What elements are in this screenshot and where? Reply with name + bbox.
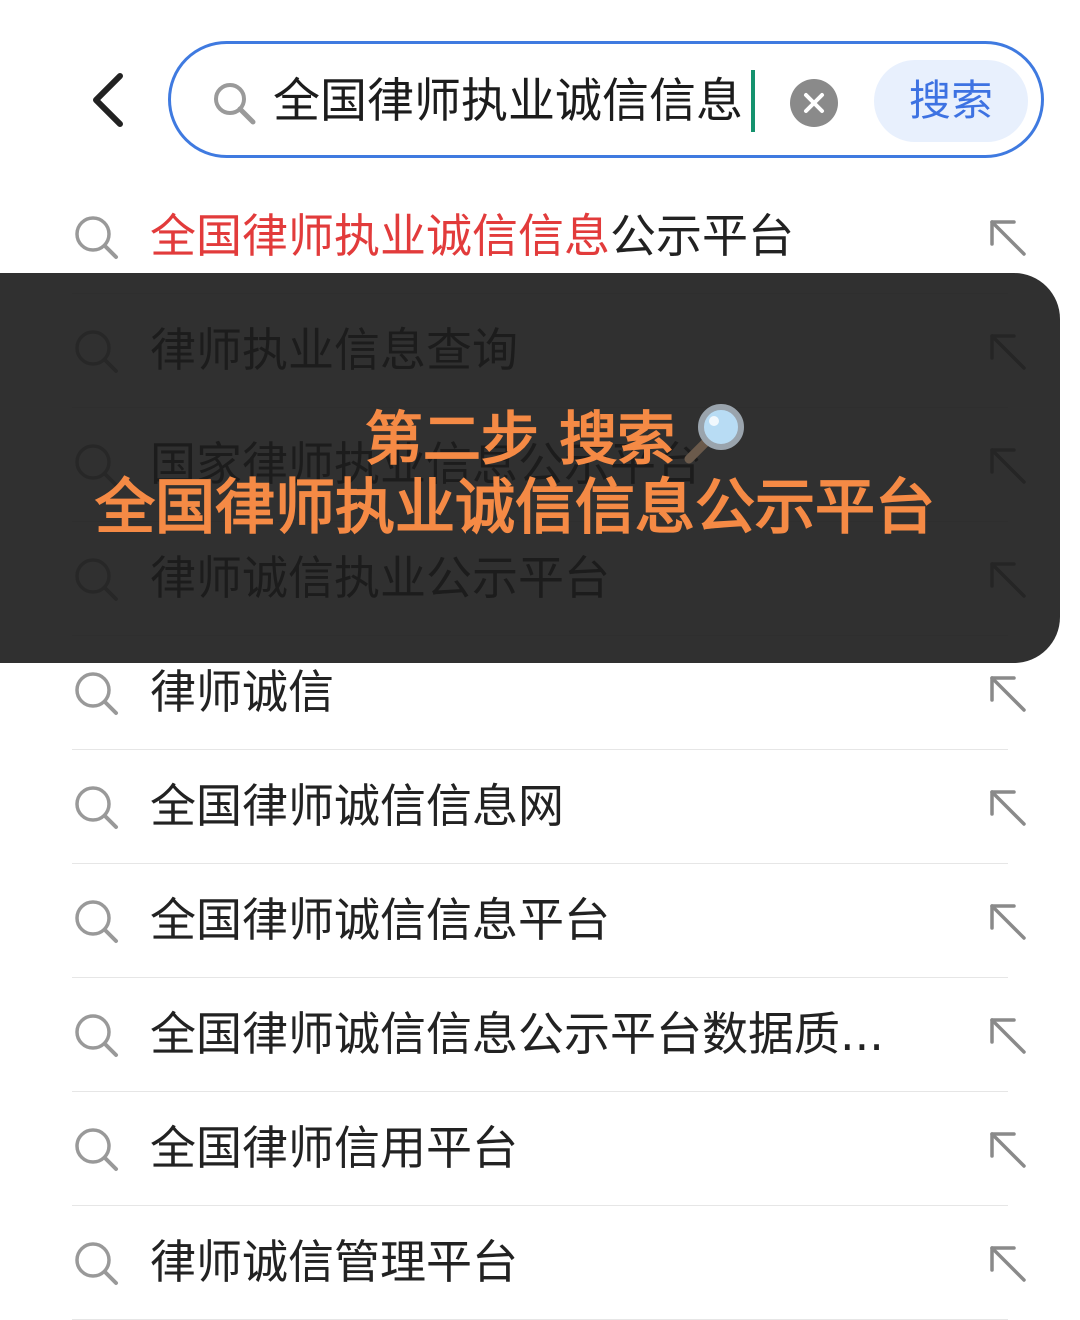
magnifier-emoji-icon — [684, 404, 745, 464]
search-button[interactable]: 搜索 — [874, 60, 1028, 142]
suggestion-rest: 全国律师诚信信息公示平台数据质... — [150, 1007, 884, 1061]
suggestion-rest: 全国律师诚信信息网 — [150, 779, 564, 833]
suggestion-highlight: 全国律师执业诚信信息 — [150, 209, 610, 263]
search-icon — [75, 216, 118, 259]
suggestion-rest: 全国律师诚信信息平台 — [150, 893, 610, 947]
suggestion-row[interactable]: 全国律师诚信信息公示平台数据质... — [0, 978, 1080, 1092]
back-arrow-icon — [93, 73, 123, 127]
suggestion-rest: 律师诚信 — [150, 665, 334, 719]
overlay-step-title: 第二步 搜索 — [0, 395, 1060, 474]
text-cursor — [751, 70, 755, 132]
search-input[interactable]: 全国律师执业诚信信息 — [273, 72, 743, 132]
suggestion-row[interactable]: 律师诚信管理平台 — [0, 1206, 1080, 1320]
suggestion-text: 全国律师执业诚信信息公示平台 — [150, 204, 794, 268]
fill-arrow-icon[interactable] — [986, 900, 1030, 944]
clear-button[interactable] — [790, 79, 838, 127]
search-icon — [75, 672, 118, 715]
clear-icon — [804, 93, 824, 113]
suggestion-rest: 律师诚信管理平台 — [150, 1235, 518, 1289]
suggestion-row[interactable]: 全国律师诚信信息平台 — [0, 864, 1080, 978]
fill-arrow-icon[interactable] — [986, 1014, 1030, 1058]
suggestion-text: 全国律师诚信信息公示平台数据质... — [150, 1002, 884, 1066]
suggestion-text: 全国律师诚信信息平台 — [150, 888, 610, 952]
search-icon — [75, 1014, 118, 1057]
fill-arrow-icon[interactable] — [986, 216, 1030, 260]
suggestion-rest: 全国律师信用平台 — [150, 1121, 518, 1175]
search-icon — [214, 83, 256, 125]
fill-arrow-icon[interactable] — [986, 786, 1030, 830]
search-icon — [75, 786, 118, 829]
suggestion-rest: 公示平台 — [610, 209, 794, 263]
overlay-platform-name: 全国律师执业诚信信息公示平台 — [95, 473, 935, 543]
overlay-step-text: 第二步 搜索 — [364, 405, 676, 473]
fill-arrow-icon[interactable] — [986, 1128, 1030, 1172]
search-icon — [75, 900, 118, 943]
back-button[interactable] — [78, 62, 138, 138]
suggestion-text: 全国律师信用平台 — [150, 1116, 518, 1180]
fill-arrow-icon[interactable] — [986, 1242, 1030, 1286]
suggestion-text: 律师诚信 — [150, 660, 334, 724]
suggestion-text: 律师诚信管理平台 — [150, 1230, 518, 1294]
search-icon — [75, 1242, 118, 1285]
suggestion-row[interactable]: 全国律师诚信信息网 — [0, 750, 1080, 864]
suggestion-text: 全国律师诚信信息网 — [150, 774, 564, 838]
search-bar[interactable]: 全国律师执业诚信信息 搜索 — [168, 41, 1044, 158]
fill-arrow-icon[interactable] — [986, 672, 1030, 716]
instruction-overlay: 第二步 搜索 全国律师执业诚信信息公示平台 — [0, 273, 1060, 663]
search-icon — [75, 1128, 118, 1171]
suggestion-row[interactable]: 全国律师信用平台 — [0, 1092, 1080, 1206]
